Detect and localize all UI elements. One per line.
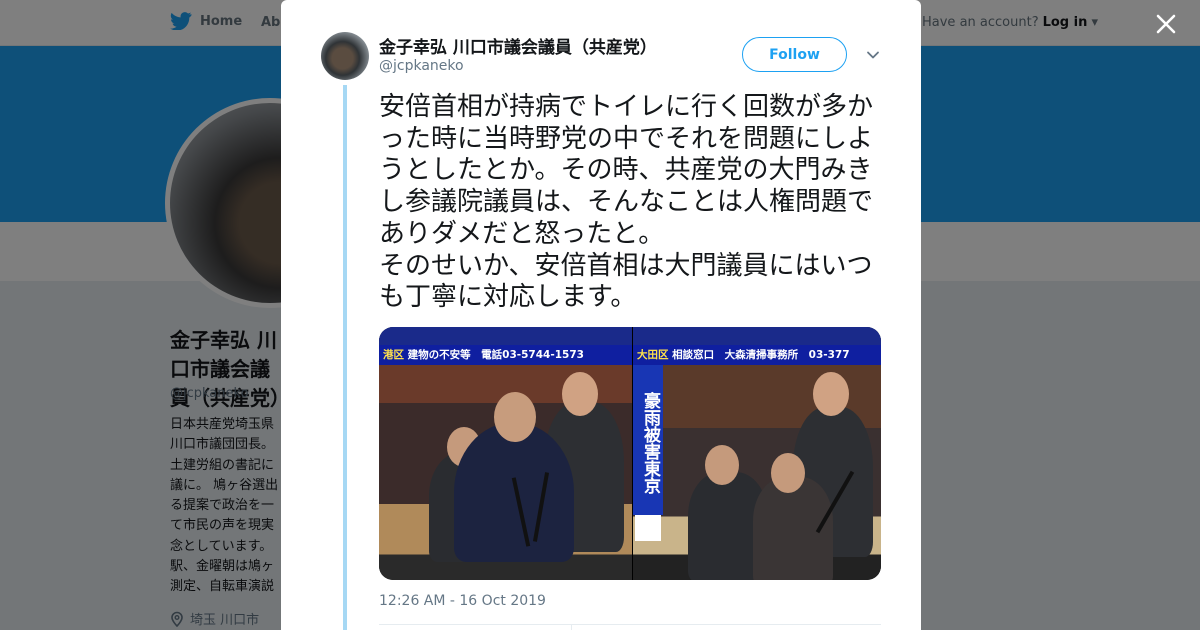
tweet-media[interactable]: 港区 建物の不安等 電話03-5744-1573 大田区 相談窓口 大森清掃事務… xyxy=(379,327,881,580)
thread-line xyxy=(343,85,347,630)
tv-vertical-caption: 豪雨被害東京 xyxy=(633,365,663,515)
tweet-author-avatar[interactable] xyxy=(321,32,369,80)
tweet-author-handle[interactable]: @jcpkaneko xyxy=(379,58,464,74)
tv-ticker-right: 大田区 相談窓口 大森清掃事務所 03-377 xyxy=(633,345,881,365)
divider xyxy=(571,624,572,630)
tv-ticker-right-text: 相談窓口 大森清掃事務所 03-377 xyxy=(672,349,850,361)
tv-screenshot-left: 港区 建物の不安等 電話03-5744-1573 xyxy=(379,327,632,580)
tweet-modal: 金子幸弘 川口市議会議員（共産党） @jcpkaneko Follow 安倍首相… xyxy=(281,0,921,630)
tv-ticker-right-prefix: 大田区 xyxy=(637,349,669,361)
tv-ticker-left-text: 建物の不安等 電話03-5744-1573 xyxy=(407,349,584,361)
tv-ticker-left: 港区 建物の不安等 電話03-5744-1573 xyxy=(379,345,632,365)
close-icon[interactable] xyxy=(1152,10,1180,38)
tv-ticker-left-prefix: 港区 xyxy=(383,349,404,361)
divider xyxy=(379,624,881,625)
follow-button[interactable]: Follow xyxy=(742,37,847,72)
tweet-text: 安倍首相が持病でトイレに行く回数が多かった時に当時野党の中でそれを問題にしようと… xyxy=(379,92,874,313)
chevron-down-icon[interactable] xyxy=(865,47,881,63)
tweet-timestamp[interactable]: 12:26 AM - 16 Oct 2019 xyxy=(379,593,546,609)
tv-screenshot-right: 大田区 相談窓口 大森清掃事務所 03-377 豪雨被害東京 xyxy=(633,327,881,580)
tweet-author-name[interactable]: 金子幸弘 川口市議会議員（共産党） xyxy=(379,33,657,58)
